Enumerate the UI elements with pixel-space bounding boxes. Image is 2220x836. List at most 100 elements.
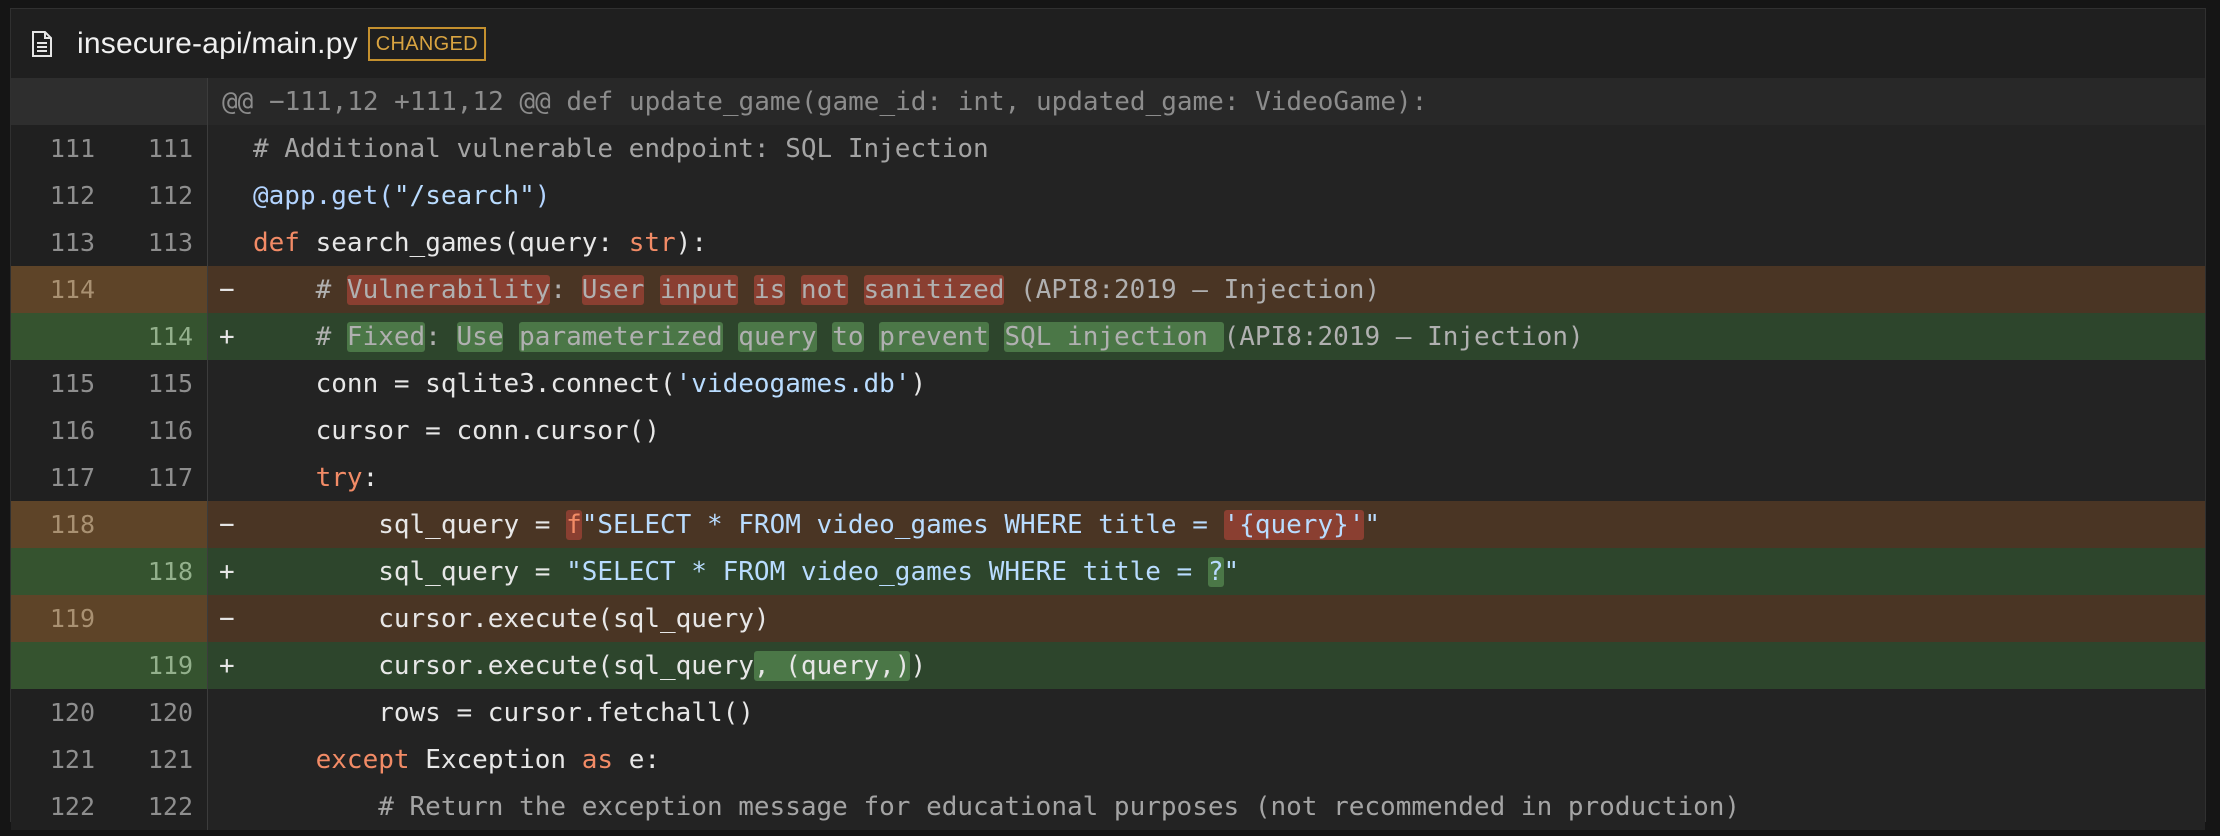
code-token: str [628,227,676,258]
code-token: , (query,) [753,650,911,681]
gutter: 118 [11,501,207,548]
code-token: def [253,227,300,258]
code-line: cursor.execute(sql_query) [253,595,769,642]
old-line-number[interactable] [11,642,109,689]
diff-sign: − [219,274,235,305]
new-line-number[interactable]: 115 [109,360,207,407]
old-line-number[interactable]: 112 [11,172,109,219]
code-line: # Additional vulnerable endpoint: SQL In… [253,125,989,172]
old-line-number[interactable]: 119 [11,595,109,642]
code-token: try [253,462,363,493]
old-line-number[interactable]: 113 [11,219,109,266]
code-token: cursor = conn.cursor() [253,415,660,446]
code-token: not [800,274,848,305]
file-name[interactable]: insecure-api/main.py [77,27,358,61]
gutter: 112 112 [11,172,207,219]
code-line: conn = sqlite3.connect('videogames.db') [253,360,927,407]
code-token: cursor.execute(sql_query [253,650,754,681]
code-token: sql_query = [253,509,567,540]
new-line-number[interactable]: 116 [109,407,207,454]
new-line-number[interactable]: 112 [109,172,207,219]
code-token: : [550,274,582,305]
old-line-number[interactable]: 122 [11,783,109,830]
code-line: cursor.execute(sql_query, (query,)) [253,642,926,689]
new-line-number[interactable]: 120 [109,689,207,736]
code-line: sql_query = f "SELECT * FROM video_games … [253,501,1380,548]
gutter: 117 117 [11,454,207,501]
deleted-line: 119 − cursor.execute(sql_query) [11,595,2205,642]
new-line-number[interactable]: 111 [109,125,207,172]
code-token: ) [910,650,927,681]
code-line: # Fixed: Use parameterized query to prev… [253,313,1584,360]
code-token: '{query}' [1223,509,1365,540]
code-token: ) [534,180,551,211]
context-line: 115 115 conn = sqlite3.connect('videogame… [11,360,2205,407]
gutter: 122 122 [11,783,207,830]
new-line-number[interactable] [109,501,207,548]
old-line-number[interactable]: 117 [11,454,109,501]
code-token: (API8:2019 – Injection) [1004,274,1381,305]
gutter: 114 [11,313,207,360]
context-line: 111 111 # Additional vulnerable endpoint: … [11,125,2205,172]
old-line-number[interactable] [11,313,109,360]
code-line: @app.get("/search") [253,172,550,219]
new-line-number[interactable] [109,266,207,313]
diff-sign: − [219,509,235,540]
context-line: 121 121 except Exception as e: [11,736,2205,783]
old-line-number[interactable]: 116 [11,407,109,454]
code-token: : [425,321,457,352]
new-line-number[interactable]: 118 [109,548,207,595]
new-line-number[interactable]: 121 [109,736,207,783]
new-line-number[interactable]: 119 [109,642,207,689]
diff-sign [219,219,243,266]
gutter [11,78,207,125]
code-token: # Return the exception message for educa… [253,791,1741,822]
old-line-number[interactable]: 115 [11,360,109,407]
gutter: 120 120 [11,689,207,736]
old-line-number[interactable]: 114 [11,266,109,313]
code-line: try: [253,454,379,501]
gutter: 111 111 [11,125,207,172]
new-line-number[interactable]: 117 [109,454,207,501]
diff-body: @@ −111,12 +111,12 @@ def update_game(ga… [10,78,2206,830]
context-line: 117 117 try: [11,454,2205,501]
old-line-number[interactable]: 111 [11,125,109,172]
code-token: ): [675,227,707,258]
code-token: f [566,509,582,540]
new-line-number[interactable] [109,595,207,642]
code-token: (API8:2019 – Injection) [1223,321,1584,352]
code-token: to [832,321,864,352]
code-token: Exception [409,744,582,775]
new-line-number[interactable]: 114 [109,313,207,360]
code-token: except [253,744,410,775]
code-token: Use [456,321,504,352]
gutter: 121 121 [11,736,207,783]
diff-sign [219,783,243,830]
code-token: " [1223,556,1240,587]
file-icon [29,30,55,58]
hunk-header-row: @@ −111,12 +111,12 @@ def update_game(ga… [11,78,2205,125]
context-line: 120 120 rows = cursor.fetchall() [11,689,2205,736]
new-line-number[interactable]: 113 [109,219,207,266]
code-token: ? [1207,556,1224,587]
new-line-number[interactable]: 122 [109,783,207,830]
code-token: : [362,462,379,493]
code-token: @app.get( [253,180,394,211]
code-token: is [753,274,786,305]
diff-sign [219,689,243,736]
code-token: "SELECT * FROM video_games WHERE title = [581,509,1224,540]
old-line-number[interactable]: 120 [11,689,109,736]
old-line-number[interactable] [11,548,109,595]
code-token: 'videogames.db' [675,368,911,399]
old-line-number[interactable]: 121 [11,736,109,783]
deleted-line: 118 − sql_query = f "SELECT * FROM video_g… [11,501,2205,548]
code-token: input [660,274,739,305]
code-token: SQL injection [1004,321,1224,352]
old-line-number[interactable]: 118 [11,501,109,548]
context-line: 112 112 @app.get("/search") [11,172,2205,219]
diff-sign [219,454,243,501]
context-line: 116 116 cursor = conn.cursor() [11,407,2205,454]
gutter: 115 115 [11,360,207,407]
